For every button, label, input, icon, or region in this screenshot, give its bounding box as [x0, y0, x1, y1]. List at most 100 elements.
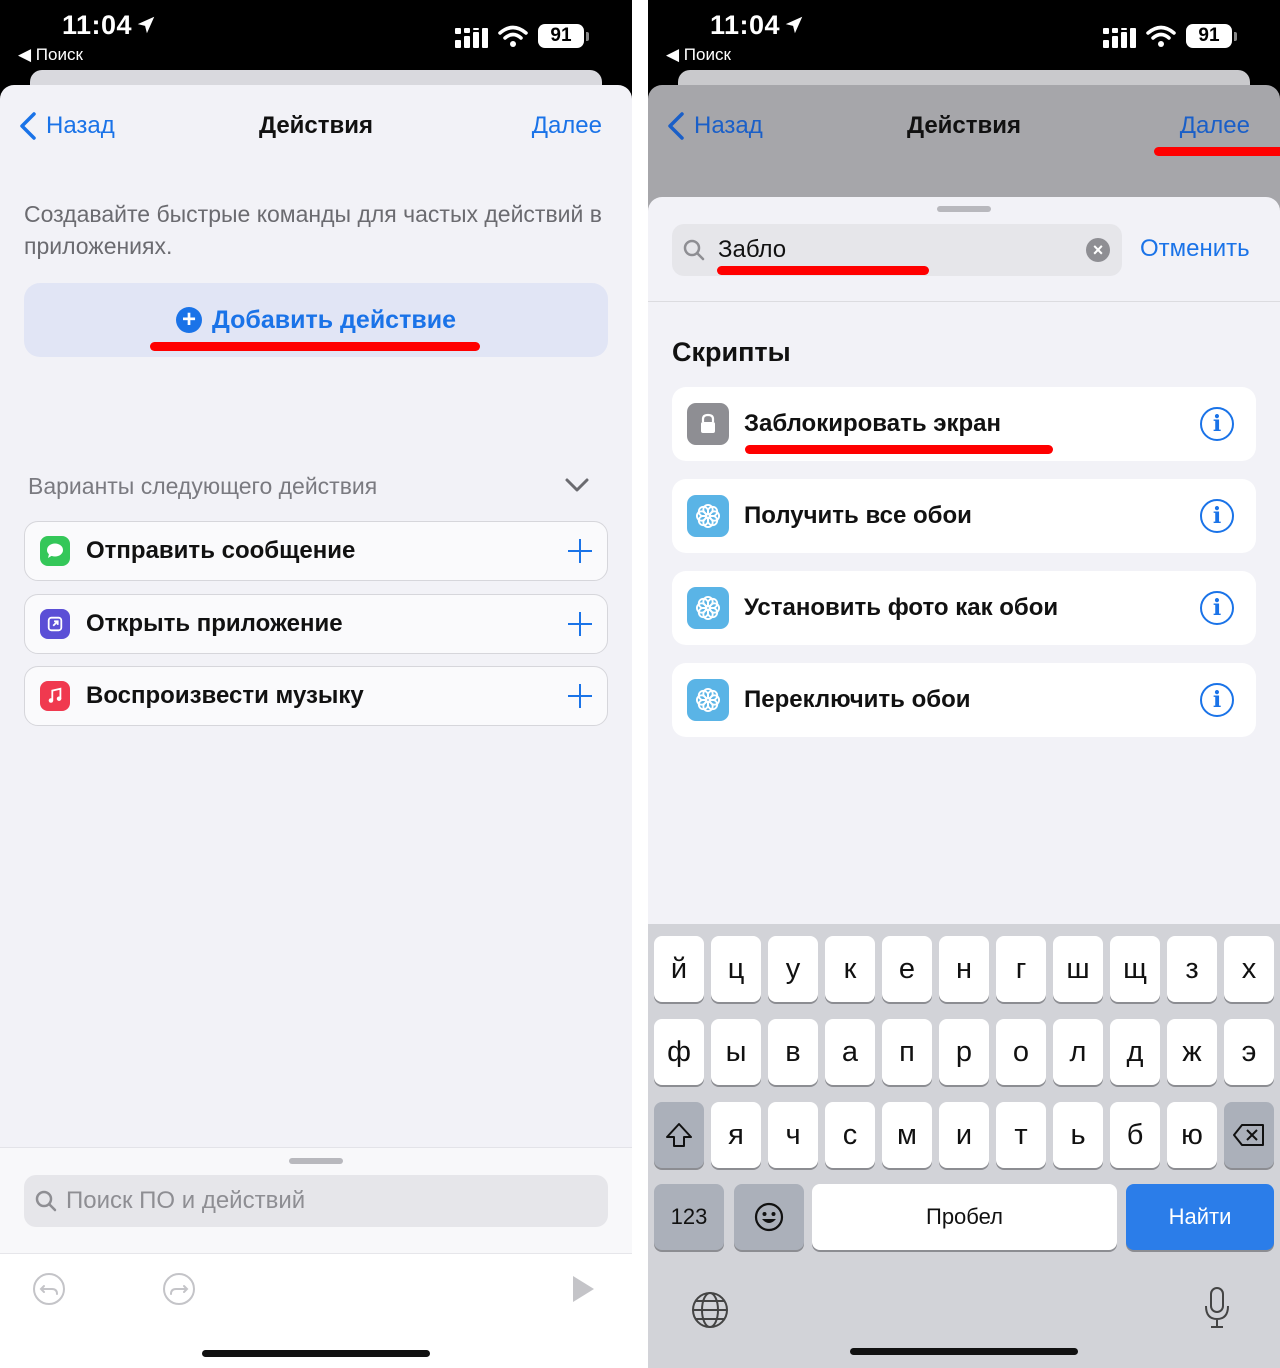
- clear-icon[interactable]: ×: [1086, 238, 1110, 262]
- plus-icon[interactable]: [568, 612, 592, 636]
- key[interactable]: н: [939, 936, 989, 1002]
- key[interactable]: в: [768, 1019, 818, 1085]
- key[interactable]: л: [1053, 1019, 1103, 1085]
- home-indicator: [850, 1348, 1078, 1355]
- highlight-underline: [150, 342, 480, 351]
- search-input[interactable]: [66, 1187, 586, 1215]
- next-button[interactable]: Далее: [1180, 112, 1250, 140]
- key[interactable]: ы: [711, 1019, 761, 1085]
- key[interactable]: х: [1224, 936, 1274, 1002]
- key[interactable]: ц: [711, 936, 761, 1002]
- numbers-key[interactable]: 123: [654, 1184, 724, 1250]
- battery-indicator: 91: [538, 24, 589, 48]
- next-button[interactable]: Далее: [532, 112, 602, 140]
- shift-icon: [666, 1123, 692, 1147]
- chevron-down-icon: [565, 478, 589, 492]
- key[interactable]: ж: [1167, 1019, 1217, 1085]
- key[interactable]: ч: [768, 1102, 818, 1168]
- editor-toolbar: [0, 1253, 632, 1368]
- suggestion-label: Открыть приложение: [86, 610, 343, 637]
- globe-icon[interactable]: [690, 1290, 730, 1330]
- location-arrow-icon: [785, 16, 803, 34]
- status-time: 11:04: [62, 10, 133, 40]
- result-label: Переключить обои: [744, 686, 971, 713]
- redo-icon[interactable]: [162, 1272, 196, 1306]
- emoji-icon: [754, 1202, 784, 1232]
- key[interactable]: й: [654, 936, 704, 1002]
- info-icon[interactable]: i: [1200, 683, 1234, 717]
- suggestion-open-app[interactable]: Открыть приложение: [24, 594, 608, 654]
- location-arrow-icon: [137, 16, 155, 34]
- lock-icon: [687, 403, 729, 445]
- key[interactable]: м: [882, 1102, 932, 1168]
- key[interactable]: д: [1110, 1019, 1160, 1085]
- suggestion-send-message[interactable]: Отправить сообщение: [24, 521, 608, 581]
- key[interactable]: а: [825, 1019, 875, 1085]
- next-variants-header[interactable]: Варианты следующего действия: [28, 473, 598, 500]
- left-screen: 11:04 ◀ Поиск 91 Назад Действия Далее Со…: [0, 0, 632, 1368]
- action-search-panel: [0, 1147, 632, 1368]
- undo-icon[interactable]: [32, 1272, 66, 1306]
- plus-icon[interactable]: [568, 684, 592, 708]
- status-time: 11:04: [710, 10, 781, 40]
- shift-key[interactable]: [654, 1102, 704, 1168]
- plus-circle-icon: +: [176, 307, 203, 333]
- sheet-grabber[interactable]: [289, 1158, 343, 1164]
- emoji-key[interactable]: [734, 1184, 804, 1250]
- key[interactable]: ф: [654, 1019, 704, 1085]
- key[interactable]: з: [1167, 936, 1217, 1002]
- wifi-icon: [498, 25, 528, 47]
- cellular-signal-icon: [455, 28, 488, 48]
- highlight-underline: [717, 266, 929, 275]
- info-icon[interactable]: i: [1200, 407, 1234, 441]
- key[interactable]: р: [939, 1019, 989, 1085]
- key[interactable]: и: [939, 1102, 989, 1168]
- key[interactable]: с: [825, 1102, 875, 1168]
- key[interactable]: ю: [1167, 1102, 1217, 1168]
- cellular-signal-icon: [1103, 28, 1136, 48]
- search-field[interactable]: [24, 1175, 608, 1227]
- sheet-grabber[interactable]: [937, 206, 991, 212]
- suggestion-label: Отправить сообщение: [86, 537, 356, 564]
- result-label: Установить фото как обои: [744, 594, 1059, 621]
- key[interactable]: б: [1110, 1102, 1160, 1168]
- search-go-key[interactable]: Найти: [1126, 1184, 1274, 1250]
- back-to-app-link[interactable]: ◀ Поиск: [18, 45, 83, 65]
- suggestion-play-music[interactable]: Воспроизвести музыку: [24, 666, 608, 726]
- play-icon[interactable]: [566, 1272, 600, 1306]
- key[interactable]: п: [882, 1019, 932, 1085]
- key[interactable]: щ: [1110, 936, 1160, 1002]
- messages-icon: [40, 536, 70, 566]
- backspace-key[interactable]: [1224, 1102, 1274, 1168]
- key[interactable]: к: [825, 936, 875, 1002]
- cancel-button[interactable]: Отменить: [1140, 235, 1250, 263]
- status-bar: 11:04 ◀ Поиск 91: [0, 0, 632, 70]
- key[interactable]: г: [996, 936, 1046, 1002]
- wallpaper-icon: [687, 495, 729, 537]
- key[interactable]: ш: [1053, 936, 1103, 1002]
- info-icon[interactable]: i: [1200, 591, 1234, 625]
- info-icon[interactable]: i: [1200, 499, 1234, 533]
- key[interactable]: я: [711, 1102, 761, 1168]
- key[interactable]: т: [996, 1102, 1046, 1168]
- result-get-all-wallpapers[interactable]: Получить все обои i: [672, 479, 1256, 553]
- open-app-icon: [40, 609, 70, 639]
- battery-indicator: 91: [1186, 24, 1237, 48]
- nav-bar: Назад Действия Далее: [648, 85, 1280, 170]
- suggestion-label: Воспроизвести музыку: [86, 682, 364, 709]
- key[interactable]: у: [768, 936, 818, 1002]
- space-key[interactable]: Пробел: [812, 1184, 1117, 1250]
- microphone-icon[interactable]: [1202, 1286, 1232, 1330]
- result-set-photo-wallpaper[interactable]: Установить фото как обои i: [672, 571, 1256, 645]
- highlight-underline: [1154, 147, 1280, 156]
- search-query[interactable]: Забло: [718, 236, 1086, 264]
- key[interactable]: э: [1224, 1019, 1274, 1085]
- key[interactable]: о: [996, 1019, 1046, 1085]
- key[interactable]: ь: [1053, 1102, 1103, 1168]
- result-switch-wallpaper[interactable]: Переключить обои i: [672, 663, 1256, 737]
- result-label: Получить все обои: [744, 502, 972, 529]
- wallpaper-icon: [687, 587, 729, 629]
- plus-icon[interactable]: [568, 539, 592, 563]
- back-to-app-link[interactable]: ◀ Поиск: [666, 45, 731, 65]
- key[interactable]: е: [882, 936, 932, 1002]
